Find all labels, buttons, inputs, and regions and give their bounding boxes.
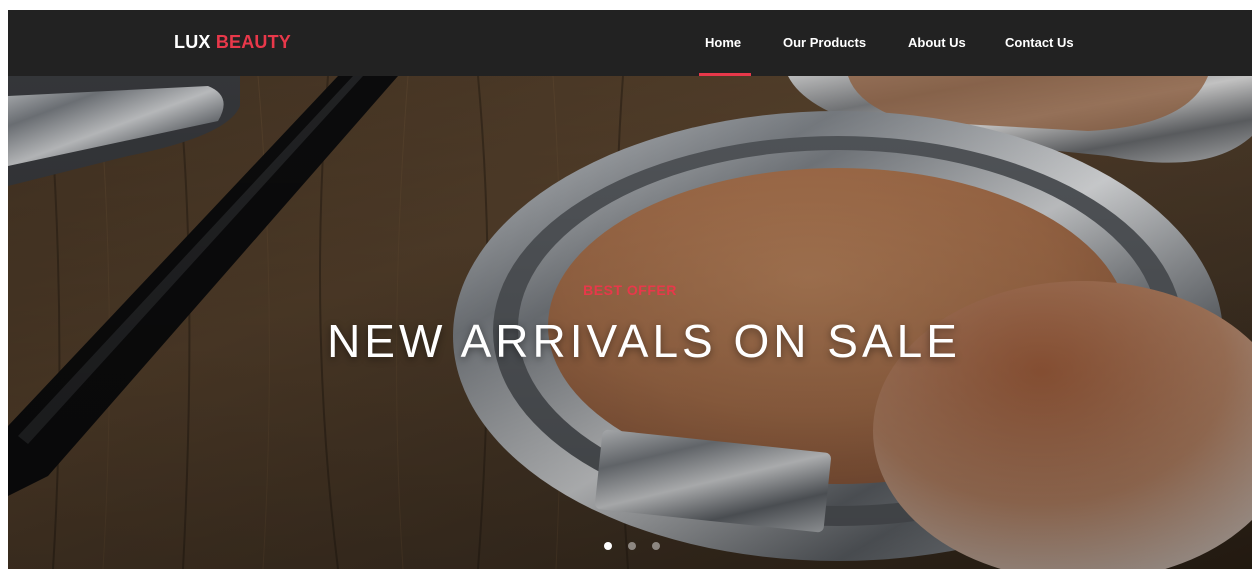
carousel-indicators: [604, 542, 660, 552]
carousel-dot-3[interactable]: [652, 542, 660, 550]
nav-home[interactable]: Home: [705, 35, 741, 50]
nav-our-products[interactable]: Our Products: [783, 35, 866, 50]
hero-headline: NEW ARRIVALS ON SALE: [327, 315, 961, 367]
carousel-dot-2[interactable]: [628, 542, 636, 550]
page-frame: LUX BEAUTY Home Our Products About Us Co…: [8, 10, 1252, 569]
main-nav: Home Our Products About Us Contact Us: [8, 10, 1252, 76]
nav-active-indicator: [699, 73, 751, 76]
hero-eyebrow: BEST OFFER: [583, 282, 677, 298]
navbar: LUX BEAUTY Home Our Products About Us Co…: [8, 10, 1252, 76]
carousel-dot-1[interactable]: [604, 542, 612, 550]
nav-about-us[interactable]: About Us: [908, 35, 966, 50]
nav-contact-us[interactable]: Contact Us: [1005, 35, 1074, 50]
hero-carousel: BEST OFFER NEW ARRIVALS ON SALE: [8, 76, 1252, 569]
